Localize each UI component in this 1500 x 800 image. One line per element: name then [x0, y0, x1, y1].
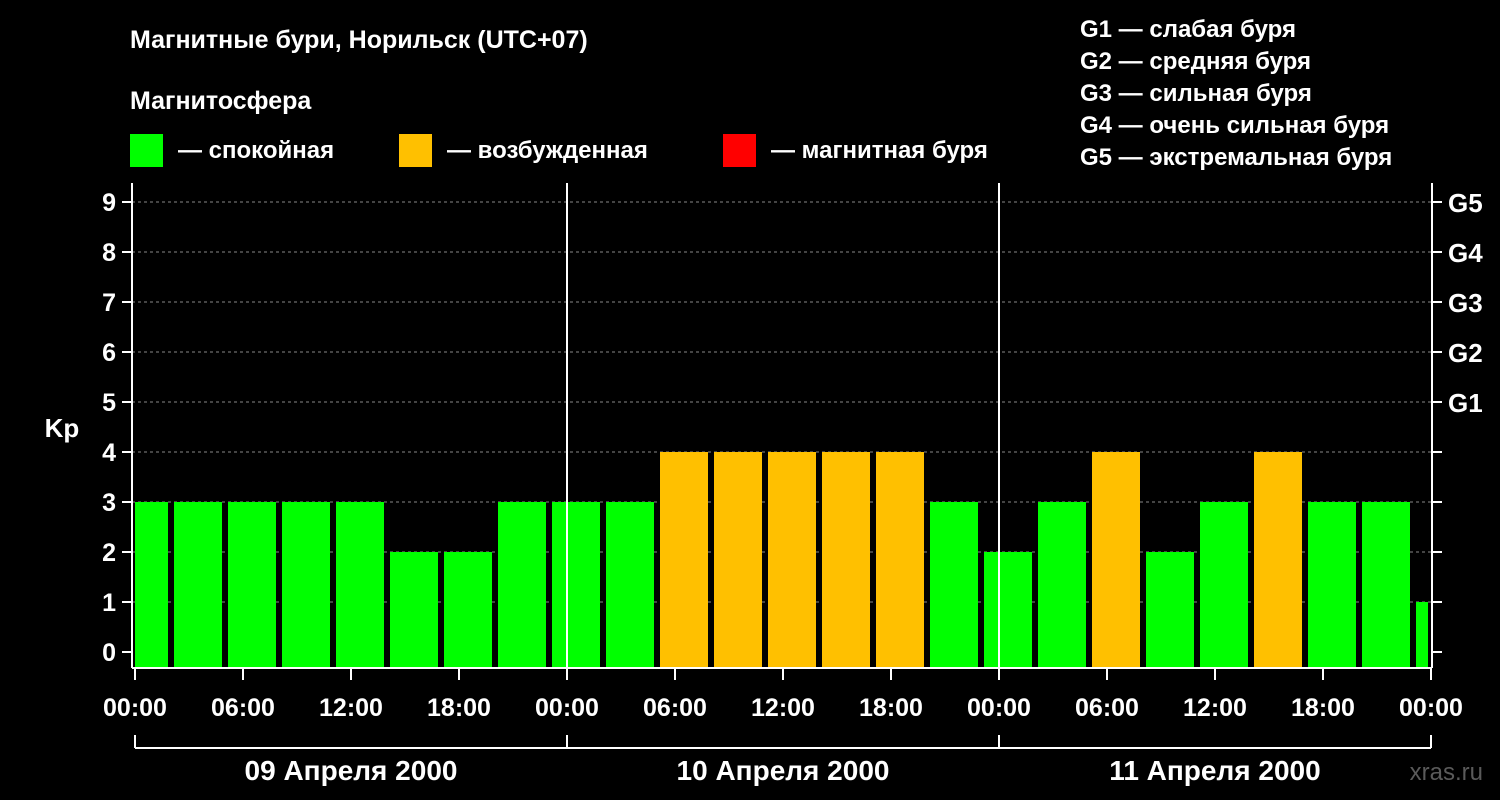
legend-label: — возбужденная — [447, 137, 648, 164]
legend: — спокойная — возбужденная — магнитная бур… — [130, 134, 988, 167]
storm-scale-item: G5 — экстремальная буря — [1080, 144, 1392, 171]
storm-scale-item: G3 — сильная буря — [1080, 80, 1312, 107]
bar — [1200, 502, 1248, 668]
x-tick-label: 12:00 — [319, 694, 383, 722]
g-level-label: G1 — [1448, 388, 1483, 418]
storm-scale-legend: G1 — слабая буря G2 — средняя буря G3 — си… — [1080, 16, 1392, 171]
storm-scale-item: G2 — средняя буря — [1080, 48, 1311, 75]
bar — [876, 452, 924, 668]
bar — [135, 502, 168, 668]
x-tick-label: 06:00 — [211, 694, 275, 722]
storm-scale-item: G1 — слабая буря — [1080, 16, 1296, 43]
y-axis-label: Kp — [45, 413, 80, 443]
g-level-label: G4 — [1448, 238, 1483, 268]
y-tick-label: 7 — [102, 289, 116, 317]
x-tick-label: 06:00 — [643, 694, 707, 722]
legend-swatch — [130, 134, 163, 167]
bar — [1038, 502, 1086, 668]
y-tick-label: 5 — [102, 389, 116, 417]
y-tick-label: 1 — [102, 589, 116, 617]
kp-chart: Магнитные бури, Норильск (UTC+07) Магнит… — [45, 16, 1484, 786]
chart-title: Магнитные бури, Норильск (UTC+07) — [130, 26, 588, 54]
bar — [228, 502, 276, 668]
x-tick-label: 06:00 — [1075, 694, 1139, 722]
x-tick-label: 18:00 — [1291, 694, 1355, 722]
bar — [768, 452, 816, 668]
bar — [336, 502, 384, 668]
bar — [822, 452, 870, 668]
bar — [444, 552, 492, 668]
y-tick-label: 0 — [102, 639, 116, 667]
x-tick-label: 12:00 — [751, 694, 815, 722]
bar — [390, 552, 438, 668]
x-tick-label: 18:00 — [427, 694, 491, 722]
bar — [174, 502, 222, 668]
g-level-label: G3 — [1448, 288, 1483, 318]
y-tick-label: 4 — [102, 439, 116, 467]
legend-swatch — [723, 134, 756, 167]
y-tick-label: 6 — [102, 339, 116, 367]
x-tick-label: 00:00 — [1399, 694, 1463, 722]
x-tick-label: 00:00 — [535, 694, 599, 722]
bar — [1254, 452, 1302, 668]
legend-title: Магнитосфера — [130, 87, 312, 115]
x-tick-label: 18:00 — [859, 694, 923, 722]
storm-scale-item: G4 — очень сильная буря — [1080, 112, 1389, 139]
legend-label: — спокойная — [178, 137, 334, 164]
y-tick-label: 3 — [102, 489, 116, 517]
date-label: 10 Апреля 2000 — [677, 755, 890, 786]
bar — [498, 502, 546, 668]
y-tick-label: 8 — [102, 239, 116, 267]
date-label: 09 Апреля 2000 — [245, 755, 458, 786]
bar — [1416, 602, 1428, 668]
bar — [552, 502, 600, 668]
x-tick-label: 12:00 — [1183, 694, 1247, 722]
date-label: 11 Апреля 2000 — [1109, 755, 1320, 786]
bar — [984, 552, 1032, 668]
y-tick-label: 9 — [102, 189, 116, 217]
bar — [282, 502, 330, 668]
bar — [1146, 552, 1194, 668]
watermark: xras.ru — [1410, 759, 1483, 786]
legend-label: — магнитная буря — [771, 137, 988, 164]
x-tick-label: 00:00 — [103, 694, 167, 722]
bar — [606, 502, 654, 668]
bar — [714, 452, 762, 668]
g-level-label: G5 — [1448, 188, 1483, 218]
bar — [1362, 502, 1410, 668]
bar — [1308, 502, 1356, 668]
bars — [135, 452, 1428, 668]
bar — [930, 502, 978, 668]
y-tick-label: 2 — [102, 539, 116, 567]
x-tick-label: 00:00 — [967, 694, 1031, 722]
bar — [1092, 452, 1140, 668]
bar — [660, 452, 708, 668]
g-level-label: G2 — [1448, 338, 1483, 368]
legend-swatch — [399, 134, 432, 167]
